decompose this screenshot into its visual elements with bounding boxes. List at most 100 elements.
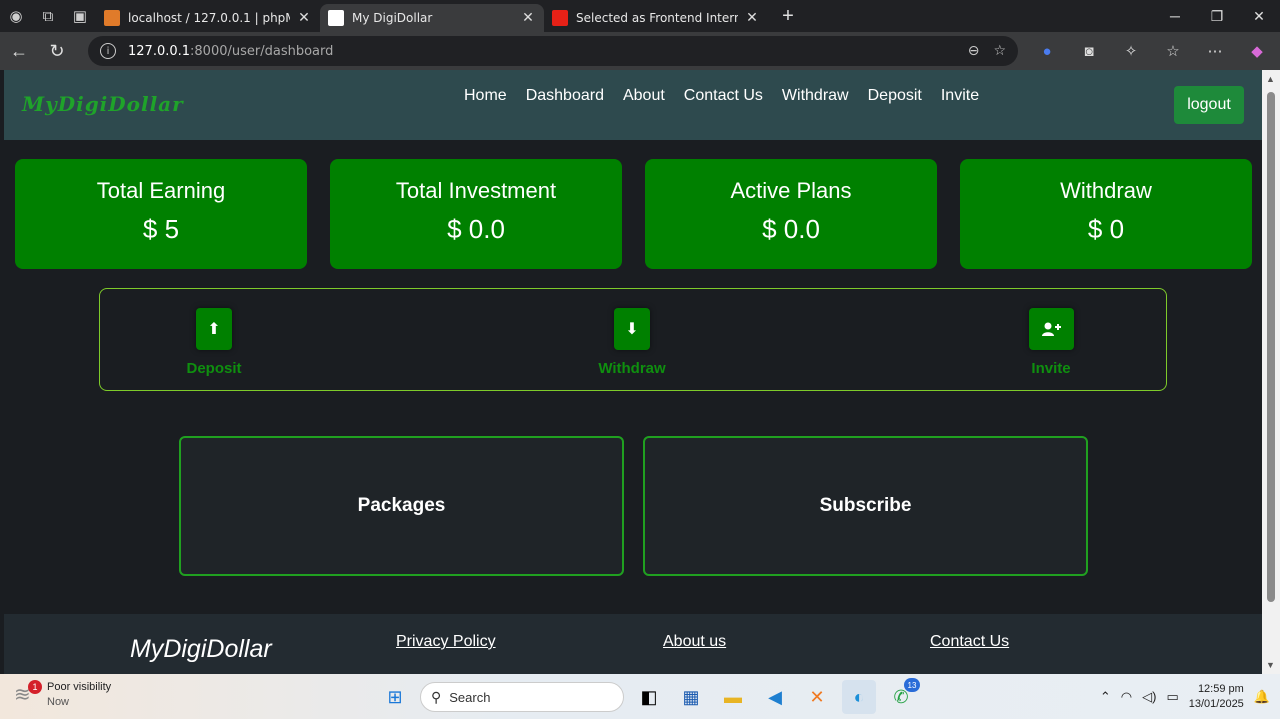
quick-actions-panel: ⬆ Deposit ⬇ Withdraw Invite [99, 288, 1167, 391]
weather-title: Poor visibility [47, 681, 112, 693]
footer-privacy-policy-link[interactable]: Privacy Policy [396, 633, 496, 651]
new-tab-button[interactable]: + [774, 5, 802, 28]
cards-row: Packages Subscribe [179, 436, 1088, 576]
volume-icon[interactable]: ◁) [1142, 689, 1156, 705]
edge-icon[interactable]: ◐ [842, 680, 876, 714]
site-logo[interactable]: MyDigiDollar [22, 92, 184, 116]
nav-dashboard[interactable]: Dashboard [526, 87, 604, 105]
arrow-down-icon[interactable]: ⬇ [614, 308, 650, 350]
stat-label: Total Investment [395, 178, 557, 203]
profile-icon[interactable]: ◉ [0, 0, 32, 32]
search-placeholder: Search [449, 689, 491, 705]
system-tray: ⌃ ◠ ◁) ▭ 12:59 pm 13/01/2025 🔔 [1100, 682, 1270, 712]
more-menu-icon[interactable]: ⋯ [1196, 36, 1234, 66]
site-navbar: MyDigiDollar Home Dashboard About Contac… [4, 70, 1262, 140]
address-input[interactable]: i 127.0.0.1:8000/user/dashboard ⊖ ☆ [88, 36, 1018, 66]
tab-youtube[interactable]: Selected as Frontend Intern | HTM ✕ [544, 4, 768, 32]
task-view-icon[interactable]: ◧ [632, 680, 666, 714]
scroll-up-icon[interactable]: ▲ [1266, 74, 1275, 84]
weather-widget[interactable]: ≋ 1 Poor visibility Now [14, 680, 111, 710]
stat-value: $ 0.0 [762, 214, 820, 244]
wifi-icon[interactable]: ◠ [1121, 689, 1132, 705]
footer-brand: MyDigiDollar [130, 635, 272, 663]
tab-title: My DigiDollar [352, 11, 433, 25]
clock-time: 12:59 pm [1197, 683, 1244, 695]
windows-taskbar: ≋ 1 Poor visibility Now ⊞ ⚲ Search ◧ ▦ ▬… [0, 674, 1280, 719]
deposit-action[interactable]: ⬆ Deposit [154, 308, 274, 377]
browser-tab-bar: ◉ ⧉ ▣ localhost / 127.0.0.1 | phpMyAdm ✕… [0, 0, 1280, 32]
close-window-button[interactable]: ✕ [1238, 8, 1280, 25]
youtube-icon [552, 10, 568, 26]
page-viewport: MyDigiDollar Home Dashboard About Contac… [4, 70, 1262, 674]
logout-button[interactable]: logout [1174, 86, 1244, 124]
extension-icon[interactable]: ● [1028, 36, 1066, 66]
stat-card-total-investment: Total Investment $ 0.0 [330, 159, 622, 269]
restore-button[interactable]: ❐ [1196, 8, 1238, 25]
vscode-icon[interactable]: ◀ [758, 680, 792, 714]
favorites-icon[interactable]: ☆ [1154, 36, 1192, 66]
stats-row: Total Earning $ 5 Total Investment $ 0.0… [15, 159, 1252, 269]
close-icon[interactable]: ✕ [296, 10, 312, 26]
stat-value: $ 0.0 [447, 214, 505, 244]
stat-card-active-plans: Active Plans $ 0.0 [645, 159, 937, 269]
page-icon [328, 10, 344, 26]
extensions-puzzle-icon[interactable]: ✧ [1112, 36, 1150, 66]
footer-about-us-link[interactable]: About us [663, 633, 726, 651]
clock-date: 13/01/2025 [1188, 698, 1244, 710]
screenshot-icon[interactable]: ◙ [1070, 36, 1108, 66]
back-button[interactable]: ← [0, 35, 38, 67]
nav-deposit[interactable]: Deposit [868, 87, 922, 105]
arrow-up-icon[interactable]: ⬆ [196, 308, 232, 350]
close-icon[interactable]: ✕ [520, 10, 536, 26]
invite-action[interactable]: Invite [991, 308, 1111, 377]
reader-icon[interactable]: ⊖ [968, 43, 980, 59]
clock[interactable]: 12:59 pm 13/01/2025 [1189, 682, 1244, 712]
weather-icon: ≋ 1 [14, 680, 42, 708]
whatsapp-icon[interactable]: ✆ 13 [884, 678, 920, 714]
stat-card-total-earning: Total Earning $ 5 [15, 159, 307, 269]
url-path: :8000/user/dashboard [190, 43, 334, 59]
collections-icon[interactable]: ⧉ [32, 0, 64, 32]
bell-icon[interactable]: 🔔 [1254, 689, 1270, 705]
nav-home[interactable]: Home [464, 87, 507, 105]
scroll-down-icon[interactable]: ▼ [1266, 660, 1275, 670]
action-label[interactable]: Deposit [154, 360, 274, 377]
nav-withdraw[interactable]: Withdraw [782, 87, 849, 105]
page-scrollbar[interactable]: ▲ ▼ [1262, 70, 1280, 674]
favorite-star-icon[interactable]: ☆ [993, 43, 1006, 59]
nav-about[interactable]: About [623, 87, 665, 105]
weather-subtitle: Now [47, 696, 70, 708]
tab-actions-icon[interactable]: ▣ [64, 0, 96, 32]
stat-label: Total Earning [96, 178, 226, 203]
chevron-up-icon[interactable]: ⌃ [1100, 689, 1111, 705]
withdraw-action[interactable]: ⬇ Withdraw [572, 308, 692, 377]
refresh-button[interactable]: ↻ [38, 35, 76, 67]
battery-icon[interactable]: ▭ [1166, 689, 1178, 705]
footer-contact-us-link[interactable]: Contact Us [930, 633, 1009, 651]
subscribe-card[interactable]: Subscribe [643, 436, 1088, 576]
action-label[interactable]: Withdraw [572, 360, 692, 377]
close-icon[interactable]: ✕ [744, 10, 760, 26]
tab-title: Selected as Frontend Intern | HTM [576, 11, 738, 25]
stat-value: $ 0 [1087, 214, 1125, 244]
copilot-icon[interactable]: ◆ [1238, 36, 1276, 66]
xampp-icon[interactable]: ✕ [800, 680, 834, 714]
minimize-button[interactable]: ─ [1154, 8, 1196, 25]
site-info-icon[interactable]: i [100, 43, 116, 59]
start-icon[interactable]: ⊞ [378, 680, 412, 714]
stat-label: Withdraw [1060, 178, 1152, 203]
user-plus-icon[interactable] [1028, 308, 1074, 350]
packages-card[interactable]: Packages [179, 436, 624, 576]
store-icon[interactable]: ▦ [674, 680, 708, 714]
tab-my-digidollar[interactable]: My DigiDollar ✕ [320, 4, 544, 32]
file-explorer-icon[interactable]: ▬ [716, 680, 750, 714]
action-label[interactable]: Invite [991, 360, 1111, 377]
scrollbar-thumb[interactable] [1267, 92, 1275, 602]
nav-contact-us[interactable]: Contact Us [684, 87, 763, 105]
site-footer: MyDigiDollar Privacy Policy About us Con… [4, 614, 1262, 674]
search-icon: ⚲ [431, 688, 442, 705]
tab-phpmyadmin[interactable]: localhost / 127.0.0.1 | phpMyAdm ✕ [96, 4, 320, 32]
phpmyadmin-icon [104, 10, 120, 26]
taskbar-search[interactable]: ⚲ Search [420, 682, 624, 712]
nav-invite[interactable]: Invite [941, 87, 979, 105]
